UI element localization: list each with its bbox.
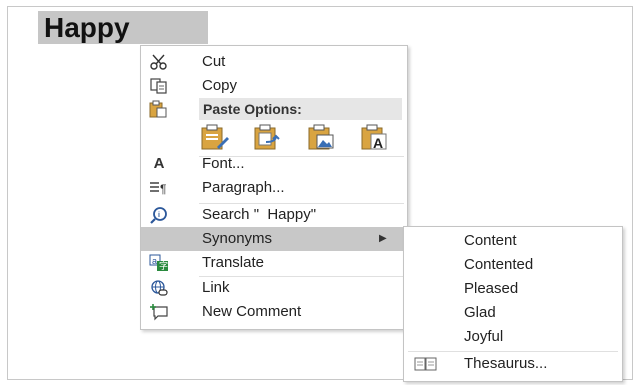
synonym-item[interactable]: Pleased	[404, 277, 622, 301]
menu-item-label: Font...	[202, 155, 245, 172]
synonym-label: Pleased	[464, 280, 519, 297]
menu-item-cut[interactable]: Cut	[141, 50, 407, 74]
synonym-label: Content	[464, 232, 517, 249]
paste-options-header: Paste Options:	[199, 98, 402, 120]
menu-item-label: Copy	[202, 77, 238, 94]
merge-formatting-icon[interactable]	[252, 123, 284, 151]
menu-item-copy[interactable]: Copy	[141, 74, 407, 98]
thesaurus-icon	[414, 356, 438, 372]
menu-item-translate[interactable]: a 字 Translate	[141, 251, 407, 275]
synonym-item[interactable]: Glad	[404, 301, 622, 325]
scissors-icon	[149, 53, 169, 71]
keep-text-only-icon[interactable]: A	[359, 123, 391, 151]
menu-item-new-comment[interactable]: New Comment	[141, 300, 407, 324]
paste-options-label: Paste Options:	[203, 101, 302, 117]
copy-icon	[149, 77, 169, 95]
synonym-item[interactable]: Joyful	[404, 325, 622, 349]
synonym-label: Joyful	[464, 328, 504, 345]
context-menu: Cut Copy Paste Options: A A Font... ¶ Pa…	[140, 45, 408, 330]
menu-item-synonyms[interactable]: Synonyms ▶	[141, 227, 407, 251]
synonyms-submenu: Content Contented Pleased Glad Joyful Th…	[403, 226, 623, 382]
font-icon: A	[153, 155, 165, 172]
link-icon	[149, 279, 169, 297]
svg-text:a: a	[152, 256, 157, 266]
thesaurus-label: Thesaurus...	[464, 355, 548, 372]
menu-item-link[interactable]: Link	[141, 276, 407, 300]
synonym-label: Glad	[464, 304, 496, 321]
menu-item-font[interactable]: A Font...	[141, 152, 407, 176]
menu-item-paragraph[interactable]: ¶ Paragraph...	[141, 176, 407, 200]
menu-item-label: Search " Happy"	[202, 206, 317, 223]
svg-text:¶: ¶	[160, 182, 166, 195]
menu-item-label: Synonyms	[202, 230, 273, 247]
new-comment-icon	[149, 303, 169, 321]
menu-item-label: Paragraph...	[202, 179, 285, 196]
synonym-item[interactable]: Content	[404, 229, 622, 253]
menu-item-label: Link	[202, 279, 230, 296]
svg-text:字: 字	[159, 260, 168, 271]
menu-item-label: Translate	[202, 254, 264, 271]
svg-text:A: A	[373, 135, 383, 151]
menu-item-label: New Comment	[202, 303, 302, 320]
synonym-label: Contented	[464, 256, 534, 273]
svg-text:i: i	[158, 212, 160, 219]
menu-item-label: Cut	[202, 53, 226, 70]
translate-icon: a 字	[149, 254, 169, 272]
search-icon: i	[149, 206, 169, 224]
menu-item-search[interactable]: i Search " Happy"	[141, 203, 407, 227]
picture-icon[interactable]	[306, 123, 338, 151]
keep-source-formatting-icon[interactable]	[199, 123, 231, 151]
paragraph-icon: ¶	[149, 179, 169, 197]
thesaurus-item[interactable]: Thesaurus...	[404, 352, 622, 376]
clipboard-icon	[149, 100, 169, 118]
submenu-arrow-icon: ▶	[379, 233, 387, 244]
synonym-item[interactable]: Contented	[404, 253, 622, 277]
selected-word[interactable]: Happy	[38, 11, 208, 44]
